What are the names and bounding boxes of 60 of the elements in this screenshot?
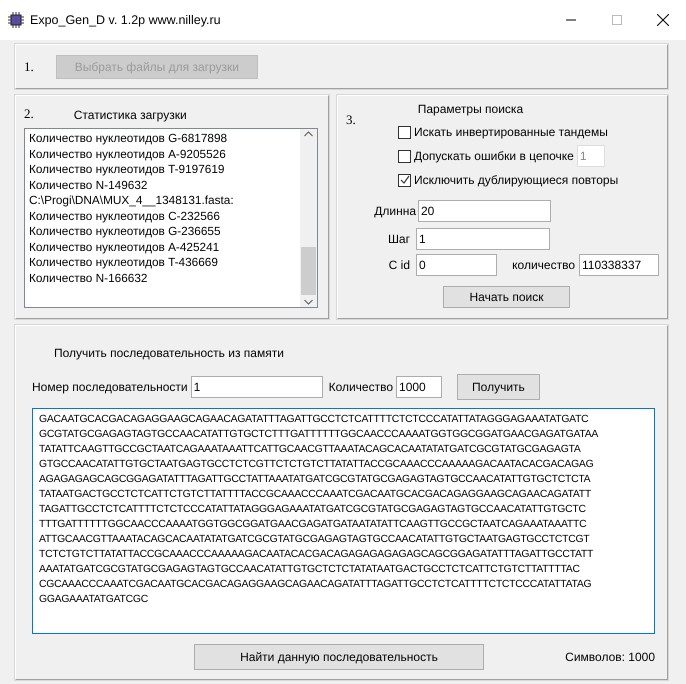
log-line: Количество нуклеотидов A-9205526 — [29, 146, 227, 162]
quantity-label: Количество — [328, 380, 394, 394]
sequence-number-field[interactable]: 1 — [190, 376, 323, 398]
c-id-label: C id — [388, 258, 410, 272]
find-sequence-button[interactable]: Найти данную последовательность — [194, 644, 484, 670]
chip-icon — [8, 12, 24, 28]
sequence-line: TCTCTGTCTTATATTACCGCAAACCCAAAAAGACAATACACGACAGAGAGAGAGAGCAGCGGAGATATTTAGATTGCCTATT — [39, 548, 594, 562]
sequence-line: GACAATGCACGACAGAGGAAGCAGAACAGATATTTAGATTGCCTCTCATTTTCTCTCCCATATTATAGGGAGAAATATGATC — [39, 413, 590, 427]
scrollbar[interactable] — [300, 129, 317, 307]
checkbox[interactable] — [398, 126, 411, 138]
sequence-line: GCGTATGCGAGAGTAGTGCCAACATATTGTGCTCTTTGATTTTTTGGCAACCCAAAATGGTGGCGGATGAACGAGATGATAA — [39, 428, 600, 442]
step-number: 2. — [24, 106, 34, 122]
close-icon — [657, 14, 669, 26]
step-number: 3. — [346, 112, 356, 128]
checkbox-label: Допускать ошибки в цепочке — [414, 149, 574, 163]
log-line: Количество нуклеотидов A-425241 — [29, 240, 220, 255]
c-id-field[interactable]: 0 — [416, 254, 497, 276]
sequence-title: Получить последовательность из памяти — [54, 346, 285, 360]
sequence-line: ATTGCAACGTTAAATACAGCACAATATATGATCGCGTATGCGAGAGTAGTGCCAACATATTGTGCTAATGAGTGCCTCTCGT — [39, 533, 590, 547]
scrollbar-thumb[interactable] — [301, 247, 316, 295]
sequence-number-label: Номер последовательности — [32, 380, 188, 394]
count-field[interactable]: 110338337 — [579, 254, 659, 276]
step-label: Шаг — [386, 232, 410, 246]
sequence-line: TTTGATTTTTTGGCAACCCAAAATGGTGGCGGATGAACGAGATGATAATATATTCAAGTTGCCGCTAATCAGAAATAAATTC — [39, 518, 588, 532]
log-line: Количество N-149632 — [29, 178, 148, 193]
log-line: C:\Progi\DNA\MUX_4__1348131.fasta: — [29, 193, 235, 208]
sequence-line: AAATATGATCGCGTATGCGAGAGTAGTGCCAACATATTGTGCTCTCTATATAATGACTGCCTCTCATTCTGTCTTATTTTAC — [39, 563, 581, 577]
checkbox[interactable] — [398, 174, 411, 186]
log-line: Количество нуклеотидов T-436669 — [29, 255, 219, 270]
sequence-line: GGAGAAATATGATCGC — [39, 593, 149, 607]
length-label: Длинна — [373, 204, 416, 218]
sequence-line: AGAGAGAGCAGCGGAGATATTTAGATTGCCTATTAAATATGATCGCGTATGCGAGAGTAGTGCCAACATATTGTGCTCTCTA — [39, 473, 592, 487]
sequence-line: GTGCCAACATATTGTGCTAATGAGTGCCTCTCGTTCTCTGTCTTATATTACCGCAAACCCAAAAAGACAATACACGACAGAG — [39, 458, 594, 472]
step-field[interactable]: 1 — [416, 228, 550, 250]
get-button[interactable]: Получить — [457, 374, 540, 400]
count-label: количество — [511, 258, 575, 272]
log-line: Количество нуклеотидов G-6817898 — [29, 131, 228, 146]
statistics-title: Статистика загрузки — [74, 108, 187, 122]
log-line: Количество нуклеотидов T-9197619 — [29, 162, 226, 178]
scroll-down-icon[interactable] — [304, 299, 313, 305]
checkbox-label: Исключить дублирующиеся повторы — [414, 173, 618, 187]
log-line: Количество N-166632 — [29, 270, 148, 286]
log-line: Количество нуклеотидов C-232566 — [29, 208, 221, 224]
sequence-line: TATATTCAAGTTGCCGCTAATCAGAAATAAATTCATTGCAACGTTAAATACAGCACAATATATGATCGCGTATGCGAGAGTA — [39, 443, 582, 457]
search-title: Параметры поиска — [418, 102, 524, 118]
sequence-line: TATAATGACTGCCTCTCATTCTGTCTTATTTTACCGCAAACCCAAATCGACAATGCACGACAGAGGAAGCAGAACAGATATT — [39, 488, 592, 502]
symbol-count: Символов: 1000 — [565, 650, 655, 664]
sequence-line: TAGATTGCCTCTCATTTTCTCTCCCATATTATAGGGAGAAATATGATCGCGTATGCGAGAGTAGTGCCAACATATTGTGCTC — [39, 503, 587, 517]
scroll-up-icon[interactable] — [304, 131, 313, 137]
maximize-icon — [612, 15, 622, 25]
quantity-field[interactable]: 1000 — [396, 376, 442, 398]
sequence-line: CGCAAACCCAAATCGACAATGCACGACAGAGGAAGCAGAACAGATATTTAGATTGCCTCTCATTTTCTCTCCCATATTATAG — [39, 578, 592, 592]
start-search-button[interactable]: Начать поиск — [442, 286, 570, 308]
sequence-text-area[interactable] — [32, 408, 655, 634]
step-number: 1. — [24, 58, 34, 74]
length-field[interactable]: 20 — [418, 200, 551, 222]
checkbox[interactable] — [398, 150, 411, 162]
log-line: Количество нуклеотидов G-236655 — [29, 224, 222, 240]
checkbox-label: Искать инвертированные тандемы — [414, 125, 608, 139]
window-title: Expo_Gen_D v. 1.2p www.nilley.ru — [30, 13, 222, 27]
